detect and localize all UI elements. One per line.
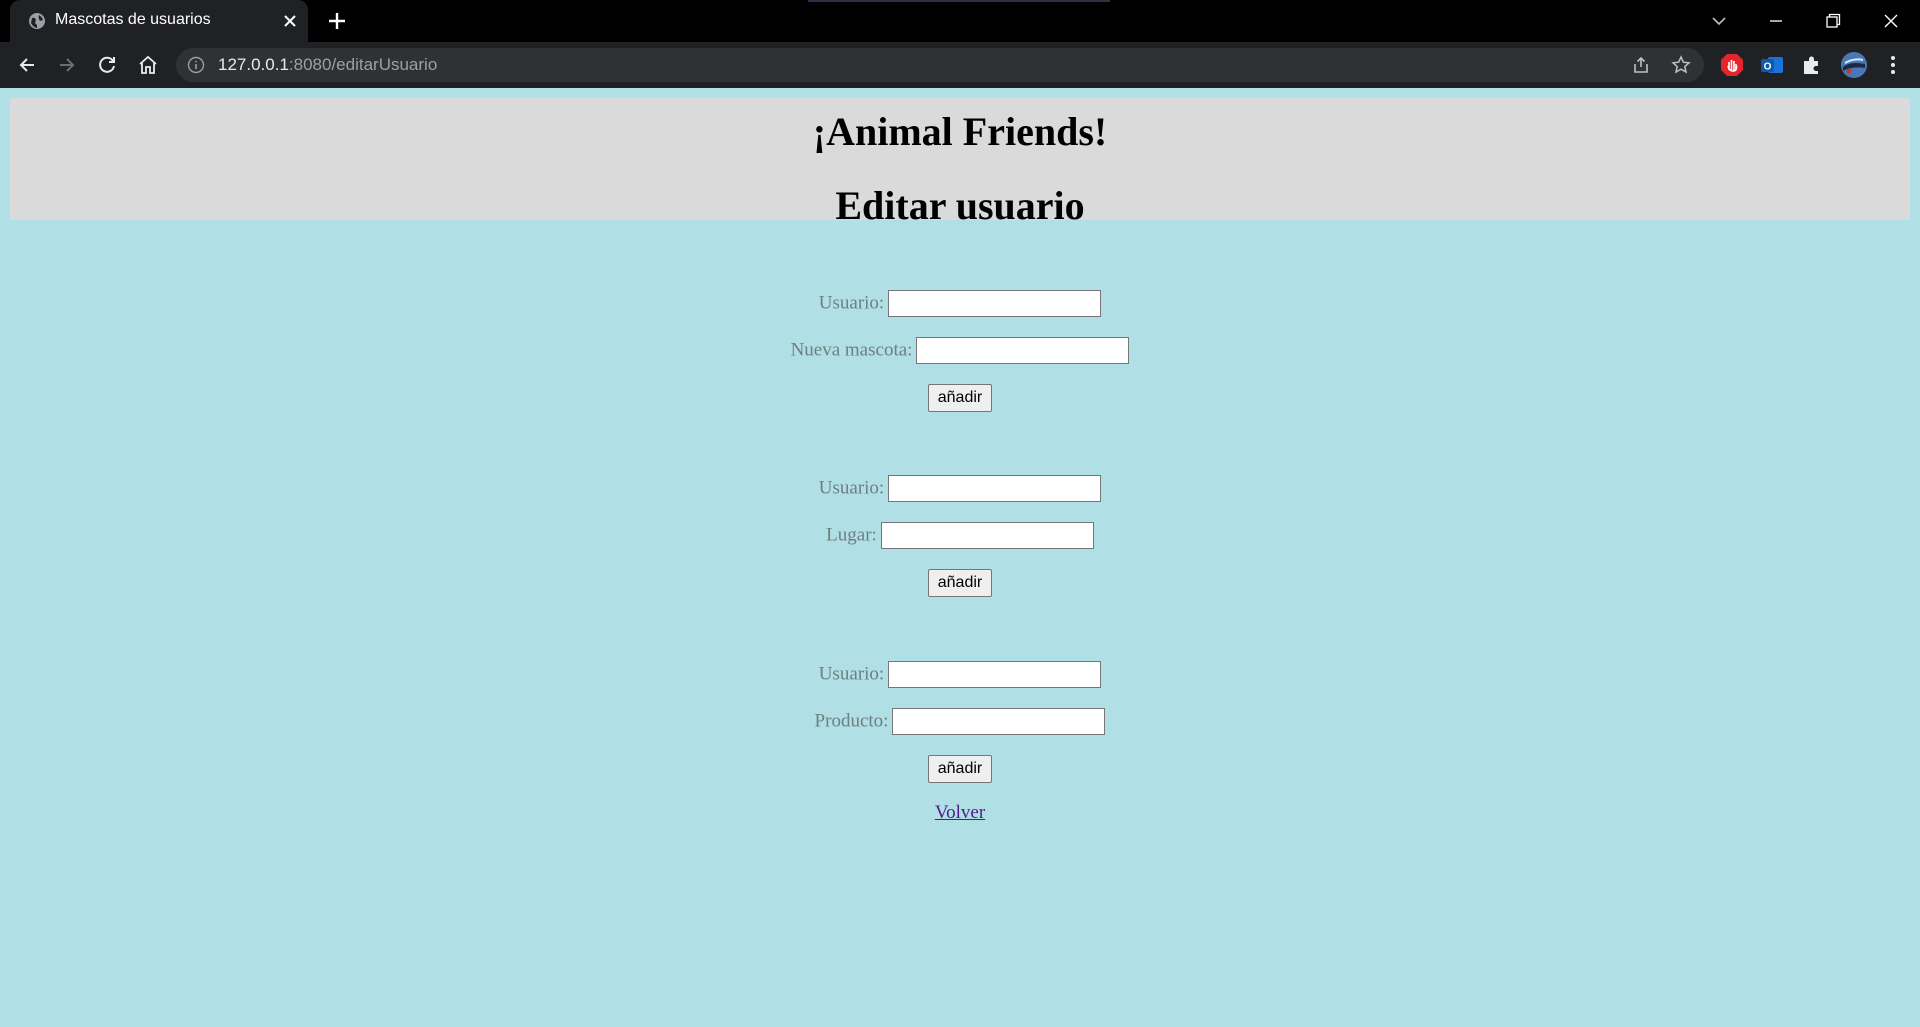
page-content: ¡Animal Friends! Editar usuario Usuario:… xyxy=(0,88,1920,1027)
pet-form-user-label: Usuario: xyxy=(818,292,885,314)
pet-form-user-row: Usuario: xyxy=(0,288,1920,318)
outlook-extension-icon[interactable]: O xyxy=(1759,52,1785,78)
product-form-user-label: Usuario: xyxy=(818,663,885,685)
browser-toolbar: 127.0.0.1:8080/editarUsuario O xyxy=(0,42,1920,88)
place-form-place-row: Lugar: xyxy=(0,520,1920,550)
globe-icon xyxy=(29,13,45,29)
header-banner: ¡Animal Friends! Editar usuario xyxy=(10,98,1910,228)
back-link-row: Volver xyxy=(0,802,1920,824)
address-bar[interactable]: 127.0.0.1:8080/editarUsuario xyxy=(176,48,1704,82)
pet-form-pet-label: Nueva mascota: xyxy=(790,339,913,361)
pet-form-pet-row: Nueva mascota: xyxy=(0,335,1920,365)
place-form-user-label: Usuario: xyxy=(818,477,885,499)
site-info-icon[interactable] xyxy=(187,56,205,74)
url-path: :8080/editarUsuario xyxy=(288,55,438,74)
share-icon[interactable] xyxy=(1631,55,1651,75)
pet-form-user-input[interactable] xyxy=(888,290,1102,318)
product-form-user-input[interactable] xyxy=(888,661,1102,689)
minimize-icon[interactable] xyxy=(1763,8,1789,34)
product-form-submit-row: añadir xyxy=(0,755,1920,783)
product-form-product-input[interactable] xyxy=(892,708,1106,736)
browser-titlebar: Mascotas de usuarios xyxy=(0,0,1920,42)
product-form-product-row: Producto: xyxy=(0,706,1920,736)
titlebar-accent xyxy=(808,0,1110,2)
profile-avatar[interactable] xyxy=(1840,51,1868,79)
place-form-submit-row: añadir xyxy=(0,569,1920,597)
add-place-button[interactable]: añadir xyxy=(927,569,993,597)
reload-icon[interactable] xyxy=(95,53,119,77)
product-form-product-label: Producto: xyxy=(814,710,889,732)
close-window-icon[interactable] xyxy=(1878,8,1904,34)
browser-tab[interactable]: Mascotas de usuarios xyxy=(10,0,308,42)
add-product-button[interactable]: añadir xyxy=(927,755,993,783)
extensions-puzzle-icon[interactable] xyxy=(1799,52,1825,78)
place-form-user-row: Usuario: xyxy=(0,473,1920,503)
back-arrow-icon[interactable] xyxy=(15,53,39,77)
pet-form-submit-row: añadir xyxy=(0,384,1920,412)
place-form-place-label: Lugar: xyxy=(826,524,877,546)
page-title: ¡Animal Friends! xyxy=(812,109,1108,154)
url-text: 127.0.0.1:8080/editarUsuario xyxy=(218,55,437,75)
restore-icon[interactable] xyxy=(1820,8,1846,34)
bookmark-star-icon[interactable] xyxy=(1671,55,1691,75)
tab-search-icon[interactable] xyxy=(1706,8,1732,34)
new-tab-icon[interactable] xyxy=(325,9,349,33)
page-subtitle: Editar usuario xyxy=(835,183,1085,228)
tab-title: Mascotas de usuarios xyxy=(55,11,211,28)
url-host: 127.0.0.1 xyxy=(218,55,289,74)
forward-arrow-icon[interactable] xyxy=(55,53,79,77)
add-pet-button[interactable]: añadir xyxy=(927,384,993,412)
back-link[interactable]: Volver xyxy=(935,802,985,823)
product-form-user-row: Usuario: xyxy=(0,659,1920,689)
place-form-place-input[interactable] xyxy=(880,522,1094,550)
close-tab-icon[interactable] xyxy=(280,11,300,31)
pet-form-pet-input[interactable] xyxy=(916,337,1130,365)
adblock-extension-icon[interactable] xyxy=(1719,52,1745,78)
menu-kebab-icon[interactable] xyxy=(1880,52,1906,78)
home-icon[interactable] xyxy=(136,53,160,77)
svg-text:O: O xyxy=(1764,62,1772,73)
place-form-user-input[interactable] xyxy=(888,475,1102,503)
